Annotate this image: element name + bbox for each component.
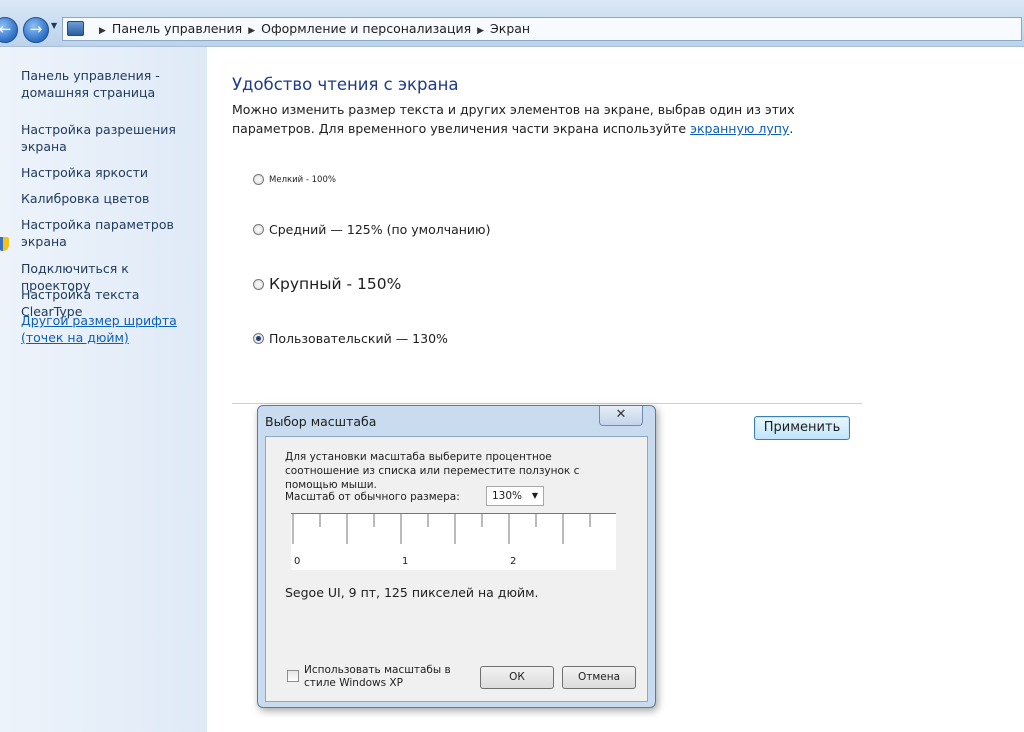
page-title: Удобство чтения с экрана	[232, 75, 459, 94]
ruler-ticks	[292, 514, 591, 544]
address-toolbar: ← → ▼ ▶ Панель управления ▶ Оформление и пе…	[0, 0, 1024, 47]
scale-ruler[interactable]: 0 1 2	[291, 513, 616, 570]
breadcrumb: ▶ Панель управления ▶ Оформление и персонал…	[93, 21, 530, 36]
option-medium-label: Средний — 125% (по умолчанию)	[269, 222, 491, 237]
scale-value: 130%	[492, 490, 523, 502]
close-icon: ✕	[615, 407, 627, 422]
sidebar-item-dpi[interactable]: Другой размер шрифта (точек на дюйм)	[21, 312, 201, 346]
radio-custom[interactable]	[253, 333, 264, 344]
breadcrumb-display[interactable]: Экран	[490, 21, 530, 36]
sidebar-item-home[interactable]: Панель управления - домашняя страница	[21, 67, 201, 101]
breadcrumb-appearance[interactable]: Оформление и персонализация	[261, 21, 471, 36]
option-custom-label: Пользовательский — 130%	[269, 331, 448, 346]
scale-label: Масштаб от обычного размера:	[285, 491, 460, 503]
sidebar-item-resolution[interactable]: Настройка разрешения экрана	[21, 121, 201, 155]
ruler-label-2: 2	[510, 556, 517, 567]
sidebar-item-display-settings[interactable]: Настройка параметров экрана	[21, 216, 201, 250]
option-small-label: Мелкий - 100%	[269, 174, 336, 185]
radio-small[interactable]	[253, 174, 264, 185]
sidebar-item-color-calibration[interactable]: Калибровка цветов	[21, 190, 201, 207]
option-large-label: Крупный - 150%	[269, 275, 402, 293]
intro-end: .	[789, 121, 794, 136]
ok-button[interactable]: ОК	[480, 666, 554, 689]
option-large[interactable]: Крупный - 150%	[253, 275, 401, 293]
arrow-left-icon: ←	[0, 20, 12, 38]
arrow-right-icon: →	[29, 20, 43, 38]
breadcrumb-arrow-icon: ▶	[99, 26, 106, 36]
sidebar: Панель управления - домашняя страница На…	[0, 47, 207, 732]
xp-scaling-checkbox[interactable]	[287, 670, 299, 682]
sidebar-item-brightness[interactable]: Настройка яркости	[21, 164, 201, 181]
xp-scaling-label: Использовать масштабы в стиле Windows XP	[304, 664, 451, 689]
control-panel-icon	[67, 21, 84, 36]
address-bar[interactable]: ▶ Панель управления ▶ Оформление и персонал…	[62, 17, 1022, 41]
option-custom[interactable]: Пользовательский — 130%	[253, 331, 448, 346]
radio-large[interactable]	[253, 278, 264, 290]
ruler-label-1: 1	[402, 556, 409, 567]
forward-button[interactable]: →	[23, 17, 49, 43]
breadcrumb-arrow-icon: ▶	[248, 26, 256, 36]
font-info: Segoe UI, 9 пт, 125 пикселей на дюйм.	[285, 585, 539, 600]
scale-dialog: Выбор масштаба ✕ Для установки масштаба …	[257, 405, 656, 708]
back-button[interactable]: ←	[0, 17, 18, 43]
ruler-label-0: 0	[294, 556, 301, 567]
breadcrumb-control-panel[interactable]: Панель управления	[112, 21, 242, 36]
history-dropdown-icon[interactable]: ▼	[51, 21, 57, 30]
option-small[interactable]: Мелкий - 100%	[253, 174, 336, 185]
magnifier-link[interactable]: экранную лупу	[690, 121, 789, 136]
divider	[232, 403, 862, 404]
radio-medium[interactable]	[253, 224, 264, 235]
scale-select[interactable]: 130% ▼	[486, 486, 544, 506]
chevron-down-icon: ▼	[531, 491, 538, 500]
option-medium[interactable]: Средний — 125% (по умолчанию)	[253, 222, 490, 237]
intro-text: Можно изменить размер текста и других эл…	[232, 100, 872, 138]
cancel-button[interactable]: Отмена	[562, 666, 636, 689]
dialog-title: Выбор масштаба	[265, 414, 377, 429]
dialog-instructions: Для установки масштаба выберите процентн…	[285, 451, 580, 491]
shield-icon	[0, 237, 9, 251]
apply-button[interactable]: Применить	[754, 416, 850, 440]
close-button[interactable]: ✕	[599, 406, 643, 426]
breadcrumb-arrow-icon: ▶	[477, 26, 485, 36]
dialog-body: Для установки масштаба выберите процентн…	[265, 436, 648, 702]
